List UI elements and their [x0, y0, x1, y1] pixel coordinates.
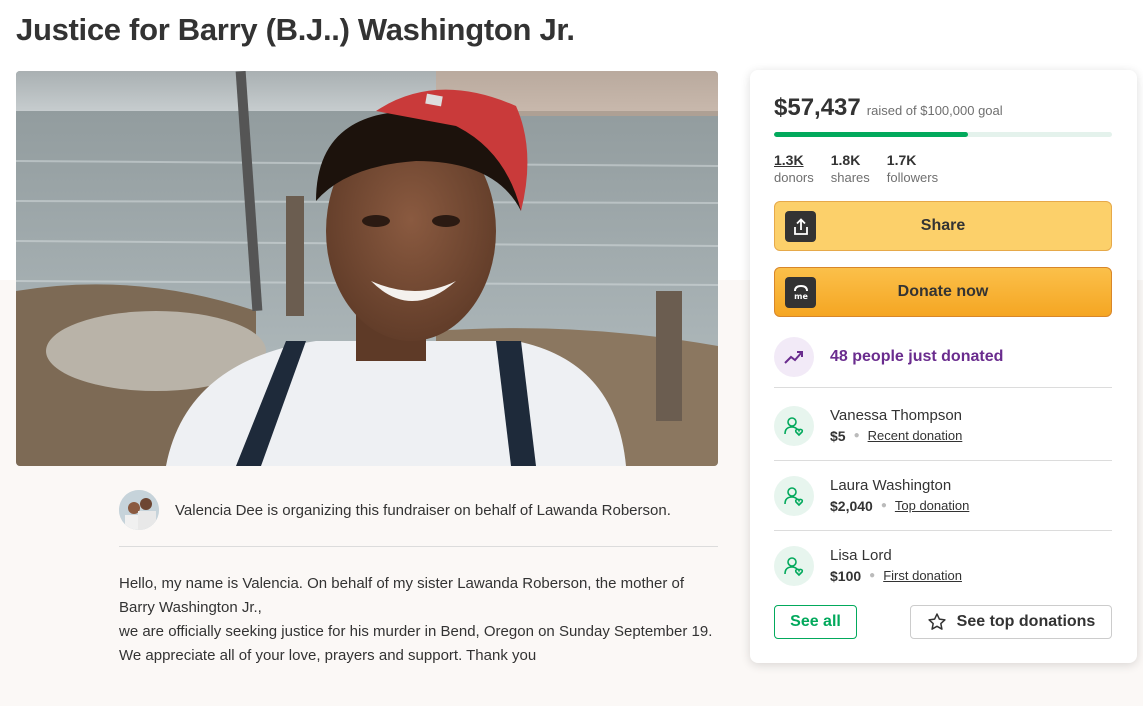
story-paragraph: Hello, my name is Valencia. On behalf of…	[119, 575, 684, 616]
donation-details: Vanessa Thompson $5 ● Recent donation	[830, 406, 962, 446]
star-icon	[927, 613, 946, 630]
svg-text:me: me	[794, 292, 808, 301]
donor-name: Vanessa Thompson	[830, 406, 963, 424]
stat-followers-value: 1.7K	[886, 152, 917, 168]
separator-dot-icon: ●	[880, 499, 887, 511]
campaign-hero-image	[16, 71, 718, 466]
organizer-avatar[interactable]	[119, 490, 159, 530]
recent-activity-banner: 48 people just donated	[774, 332, 1112, 388]
story-paragraph: we are officially seeking justice for hi…	[119, 623, 713, 640]
raised-goal: raised of $100,000 goal	[866, 103, 1003, 118]
donation-item: Vanessa Thompson $5 ● Recent donation	[774, 391, 1112, 461]
campaign-story: Hello, my name is Valencia. On behalf of…	[119, 572, 719, 668]
donation-sidebar-card: $57,437 raised of $100,000 goal 1.3K don…	[750, 70, 1137, 663]
donation-type-link[interactable]: Top donation	[895, 496, 969, 516]
raised-summary: $57,437 raised of $100,000 goal	[774, 94, 1003, 122]
organizer-row: Valencia Dee is organizing this fundrais…	[119, 490, 718, 547]
goal-progress-bar	[774, 132, 1112, 137]
share-button-label: Share	[920, 217, 966, 234]
donor-heart-icon	[774, 405, 814, 446]
stat-shares: 1.8K shares	[831, 152, 870, 186]
see-top-donations-label: See top donations	[956, 613, 1096, 630]
donor-name: Laura Washington	[830, 476, 952, 494]
stat-donors[interactable]: 1.3K donors	[774, 152, 814, 186]
share-button[interactable]: Share	[774, 201, 1112, 251]
gofundme-logo-icon: me	[785, 277, 816, 308]
organizer-description: Valencia Dee is organizing this fundrais…	[175, 501, 671, 519]
donor-name: Lisa Lord	[830, 547, 892, 564]
donation-amount: $5	[830, 427, 846, 444]
donation-meta: $2,040 ● Top donation	[830, 496, 969, 516]
page-title: Justice for Barry (B.J..) Washington Jr.	[16, 12, 575, 47]
see-all-button[interactable]: See all	[774, 605, 857, 639]
donation-meta: $5 ● Recent donation	[830, 426, 962, 446]
donation-item: Lisa Lord $100 ● First donation	[774, 531, 1112, 601]
donation-item: Laura Washington $2,040 ● Top donation	[774, 461, 1112, 531]
separator-dot-icon: ●	[853, 429, 860, 441]
stat-donors-label: donors	[774, 170, 814, 185]
recent-activity-text: 48 people just donated	[830, 347, 1004, 365]
donation-type-link[interactable]: Recent donation	[868, 426, 963, 446]
stat-followers-label: followers	[886, 170, 939, 185]
donation-meta: $100 ● First donation	[830, 566, 962, 586]
stat-donors-value[interactable]: 1.3K	[774, 152, 814, 169]
donate-now-button[interactable]: me Donate now	[774, 267, 1112, 317]
donor-heart-icon	[774, 475, 814, 516]
story-paragraph: We appreciate all of your love, prayers …	[119, 647, 537, 664]
donation-amount: $2,040	[830, 497, 873, 514]
separator-dot-icon: ●	[869, 570, 876, 581]
see-top-donations-button[interactable]: See top donations	[910, 605, 1112, 639]
donor-heart-icon	[774, 546, 814, 586]
stat-shares-value: 1.8K	[830, 152, 861, 168]
stat-followers: 1.7K followers	[887, 152, 938, 186]
donation-details: Laura Washington $2,040 ● Top donation	[830, 476, 969, 516]
stat-shares-label: shares	[830, 170, 870, 185]
campaign-stats: 1.3K donors 1.8K shares 1.7K followers	[774, 152, 938, 186]
raised-amount: $57,437	[774, 94, 861, 121]
donation-details: Lisa Lord $100 ● First donation	[830, 546, 962, 586]
trending-up-icon	[774, 336, 814, 377]
goal-progress-fill	[774, 132, 968, 137]
share-upload-icon	[785, 211, 816, 242]
donation-type-link[interactable]: First donation	[883, 566, 962, 586]
donate-now-label: Donate now	[897, 283, 989, 300]
donation-amount: $100	[830, 568, 862, 584]
